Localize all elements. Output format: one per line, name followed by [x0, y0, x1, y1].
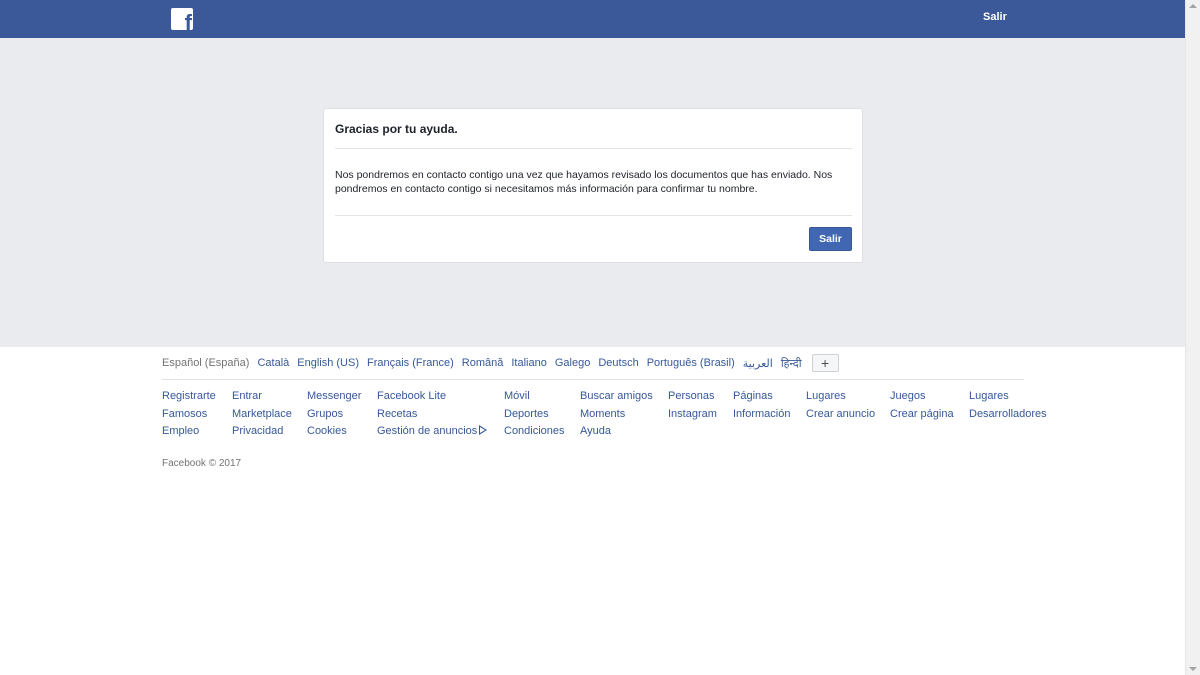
footer-link-crear-anuncio[interactable]: Crear anuncio — [806, 406, 875, 424]
footer-link-instagram[interactable]: Instagram — [668, 406, 717, 424]
footer-link-deportes[interactable]: Deportes — [504, 406, 565, 424]
footer-link-messenger[interactable]: Messenger — [307, 388, 361, 406]
footer-links-column: Lugares Crear anuncio — [806, 388, 875, 423]
footer-links-column: Personas Instagram — [668, 388, 717, 423]
scroll-up-arrow-icon[interactable] — [1189, 4, 1197, 8]
card-title: Gracias por tu ayuda. — [335, 122, 458, 136]
footer-link-facebook-lite[interactable]: Facebook Lite — [377, 388, 487, 406]
language-current: Español (España) — [162, 357, 250, 369]
footer-link-buscar-amigos[interactable]: Buscar amigos — [580, 388, 653, 406]
footer-link-grupos[interactable]: Grupos — [307, 406, 361, 424]
confirmation-card: Gracias por tu ayuda. Nos pondremos en c… — [323, 108, 863, 263]
footer-link-famosos[interactable]: Famosos — [162, 406, 216, 424]
footer-links-column: Messenger Grupos Cookies — [307, 388, 361, 441]
footer-link-gestion-anuncios-label: Gestión de anuncios — [377, 425, 478, 437]
footer-link-lugares-2[interactable]: Lugares — [969, 388, 1047, 406]
footer-divider — [162, 379, 1024, 380]
footer-links-column: Entrar Marketplace Privacidad — [232, 388, 292, 441]
footer-link-juegos[interactable]: Juegos — [890, 388, 954, 406]
language-link[interactable]: Galego — [555, 357, 590, 369]
footer-links-column: Buscar amigos Moments Ayuda — [580, 388, 653, 441]
footer-link-entrar[interactable]: Entrar — [232, 388, 292, 406]
footer-link-ayuda[interactable]: Ayuda — [580, 423, 653, 441]
card-divider-bottom — [335, 215, 852, 216]
page-scrollbar[interactable] — [1185, 0, 1200, 675]
footer-link-marketplace[interactable]: Marketplace — [232, 406, 292, 424]
language-link[interactable]: العربية — [743, 357, 773, 370]
footer-link-registrarte[interactable]: Registrarte — [162, 388, 216, 406]
language-link[interactable]: Català — [257, 357, 289, 369]
footer-link-gestion-anuncios[interactable]: Gestión de anuncios — [377, 423, 488, 441]
language-link[interactable]: Deutsch — [598, 357, 638, 369]
footer-links-column: Facebook Lite Recetas Gestión de anuncio… — [377, 388, 488, 441]
footer-link-paginas[interactable]: Páginas — [733, 388, 790, 406]
footer-link-movil[interactable]: Móvil — [504, 388, 565, 406]
more-languages-button[interactable]: + — [811, 354, 839, 372]
language-link[interactable]: English (US) — [297, 357, 359, 369]
language-link[interactable]: हिन्दी — [781, 356, 802, 371]
copyright-text: Facebook © 2017 — [162, 458, 242, 469]
footer-links-column: Móvil Deportes Condiciones — [504, 388, 565, 441]
footer-link-privacidad[interactable]: Privacidad — [232, 423, 292, 441]
header-logout-link[interactable]: Salir — [983, 11, 1007, 23]
logout-button[interactable]: Salir — [809, 227, 852, 251]
footer-link-informacion[interactable]: Información — [733, 406, 790, 424]
footer-links-column: Juegos Crear página — [890, 388, 954, 423]
facebook-logo-letter: f — [184, 10, 192, 31]
ad-choices-icon — [479, 425, 488, 435]
card-divider-top — [335, 148, 852, 149]
footer-links-column: Páginas Información — [733, 388, 790, 423]
main-content-area: Gracias por tu ayuda. Nos pondremos en c… — [0, 38, 1185, 347]
language-link[interactable]: Română — [462, 357, 504, 369]
footer-links-column: Registrarte Famosos Empleo — [162, 388, 216, 441]
footer-link-moments[interactable]: Moments — [580, 406, 653, 424]
footer-link-condiciones[interactable]: Condiciones — [504, 423, 565, 441]
top-bar: f Salir — [0, 0, 1185, 38]
footer-link-personas[interactable]: Personas — [668, 388, 717, 406]
facebook-logo-icon[interactable]: f — [171, 8, 193, 30]
footer-link-lugares[interactable]: Lugares — [806, 388, 875, 406]
footer-link-empleo[interactable]: Empleo — [162, 423, 216, 441]
footer-link-cookies[interactable]: Cookies — [307, 423, 361, 441]
footer-link-recetas[interactable]: Recetas — [377, 406, 487, 424]
language-link[interactable]: Français (France) — [367, 357, 454, 369]
footer-link-desarrolladores[interactable]: Desarrolladores — [969, 406, 1047, 424]
footer-links-column: Lugares Desarrolladores — [969, 388, 1047, 423]
card-message: Nos pondremos en contacto contigo una ve… — [335, 169, 833, 195]
language-selector: Español (España) Català English (US) Fra… — [162, 352, 1024, 374]
language-link[interactable]: Português (Brasil) — [647, 357, 735, 369]
scroll-down-arrow-icon[interactable] — [1189, 667, 1197, 671]
footer-link-crear-pagina[interactable]: Crear página — [890, 406, 954, 424]
language-link[interactable]: Italiano — [511, 357, 546, 369]
